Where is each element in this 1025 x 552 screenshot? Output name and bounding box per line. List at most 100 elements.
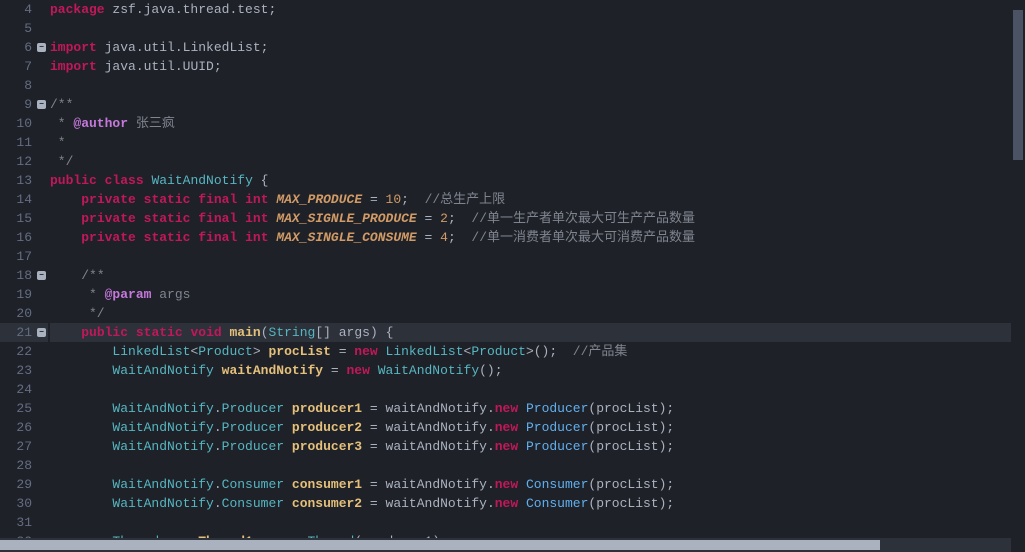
vertical-scroll-thumb[interactable] <box>1013 10 1023 160</box>
line-number[interactable]: 4 <box>0 0 36 19</box>
fold-toggle-icon[interactable]: − <box>37 271 46 280</box>
line-number[interactable]: 31 <box>0 513 36 532</box>
line-number[interactable]: 15 <box>0 209 36 228</box>
horizontal-scrollbar[interactable] <box>0 538 1011 552</box>
code-line[interactable]: WaitAndNotify.Consumer consumer2 = waitA… <box>50 494 1025 513</box>
line-number[interactable]: 26 <box>0 418 36 437</box>
line-number[interactable]: 12 <box>0 152 36 171</box>
code-line[interactable]: public class WaitAndNotify { <box>50 171 1025 190</box>
code-line[interactable] <box>50 247 1025 266</box>
code-line[interactable]: */ <box>50 152 1025 171</box>
token-ws <box>50 192 81 207</box>
vertical-scrollbar[interactable] <box>1011 0 1025 538</box>
line-number[interactable]: 21 <box>0 323 36 342</box>
code-line[interactable]: WaitAndNotify waitAndNotify = new WaitAn… <box>50 361 1025 380</box>
code-line[interactable] <box>50 19 1025 38</box>
token-type: WaitAndNotify <box>112 496 213 511</box>
line-number[interactable]: 11 <box>0 133 36 152</box>
line-number[interactable]: 10 <box>0 114 36 133</box>
line-number[interactable]: 28 <box>0 456 36 475</box>
code-line[interactable]: WaitAndNotify.Consumer consumer1 = waitA… <box>50 475 1025 494</box>
code-line[interactable]: LinkedList<Product> procList = new Linke… <box>50 342 1025 361</box>
code-line[interactable] <box>50 456 1025 475</box>
code-line[interactable]: public static void main(String[] args) { <box>50 323 1025 342</box>
token-ws <box>284 477 292 492</box>
token-punct: . <box>487 401 495 416</box>
code-line[interactable]: WaitAndNotify.Producer producer2 = waitA… <box>50 418 1025 437</box>
line-number[interactable]: 20 <box>0 304 36 323</box>
code-line[interactable]: */ <box>50 304 1025 323</box>
code-line[interactable]: /** <box>50 266 1025 285</box>
token-type: WaitAndNotify <box>112 439 213 454</box>
token-ws <box>50 363 112 378</box>
token-ws <box>97 173 105 188</box>
token-type: WaitAndNotify <box>112 477 213 492</box>
line-number[interactable]: 24 <box>0 380 36 399</box>
code-line[interactable]: * @param args <box>50 285 1025 304</box>
code-line[interactable]: WaitAndNotify.Producer producer1 = waitA… <box>50 399 1025 418</box>
fold-column[interactable]: − − − − <box>36 0 48 552</box>
token-ws <box>456 211 472 226</box>
token-var: producer3 <box>292 439 362 454</box>
code-line[interactable]: * <box>50 133 1025 152</box>
line-number[interactable]: 9 <box>0 95 36 114</box>
token-punct: ; <box>401 192 409 207</box>
line-number[interactable]: 17 <box>0 247 36 266</box>
code-line[interactable] <box>50 513 1025 532</box>
code-line[interactable]: private static final int MAX_PRODUCE = 1… <box>50 190 1025 209</box>
line-number[interactable]: 13 <box>0 171 36 190</box>
code-line[interactable]: import java.util.LinkedList; <box>50 38 1025 57</box>
line-number[interactable]: 6 <box>0 38 36 57</box>
code-line[interactable]: private static final int MAX_SINGLE_CONS… <box>50 228 1025 247</box>
line-number[interactable]: 14 <box>0 190 36 209</box>
fold-toggle-icon[interactable]: − <box>37 328 46 337</box>
token-ident: waitAndNotify <box>386 401 487 416</box>
token-ws <box>378 344 386 359</box>
line-number[interactable]: 23 <box>0 361 36 380</box>
token-var: producer1 <box>292 401 362 416</box>
token-kw: final <box>198 230 237 245</box>
token-type: LinkedList <box>112 344 190 359</box>
token-punct: { <box>253 173 269 188</box>
line-number[interactable]: 29 <box>0 475 36 494</box>
token-kw: new <box>495 420 518 435</box>
line-number[interactable]: 22 <box>0 342 36 361</box>
line-number[interactable]: 18 <box>0 266 36 285</box>
token-punct: ( <box>261 325 269 340</box>
line-number[interactable]: 8 <box>0 76 36 95</box>
token-var: waitAndNotify <box>222 363 323 378</box>
line-number[interactable]: 19 <box>0 285 36 304</box>
line-number[interactable]: 5 <box>0 19 36 38</box>
token-ident: waitAndNotify <box>386 439 487 454</box>
line-number[interactable]: 16 <box>0 228 36 247</box>
token-type: Producer <box>222 401 284 416</box>
code-line[interactable]: WaitAndNotify.Producer producer3 = waitA… <box>50 437 1025 456</box>
code-line[interactable] <box>50 380 1025 399</box>
code-editor[interactable]: 4567891011121314151617181920212223242526… <box>0 0 1025 552</box>
horizontal-scroll-thumb[interactable] <box>0 540 880 550</box>
token-doc: */ <box>50 306 105 321</box>
line-number[interactable]: 30 <box>0 494 36 513</box>
token-punct: ; <box>214 59 222 74</box>
code-line[interactable]: private static final int MAX_SIGNLE_PROD… <box>50 209 1025 228</box>
line-number[interactable]: 27 <box>0 437 36 456</box>
fold-toggle-icon[interactable]: − <box>37 100 46 109</box>
token-var: procList <box>268 344 330 359</box>
token-methodcall: Producer <box>526 420 588 435</box>
line-number[interactable]: 25 <box>0 399 36 418</box>
code-line[interactable]: /** <box>50 95 1025 114</box>
line-number-gutter[interactable]: 4567891011121314151617181920212223242526… <box>0 0 36 552</box>
line-number[interactable]: 7 <box>0 57 36 76</box>
token-kw: new <box>495 439 518 454</box>
token-punct: ; <box>448 211 456 226</box>
code-line[interactable] <box>50 76 1025 95</box>
token-kw: static <box>144 230 191 245</box>
code-line[interactable]: * @author 张三疯 <box>50 114 1025 133</box>
code-line[interactable]: package zsf.java.thread.test; <box>50 0 1025 19</box>
token-punct: . <box>487 477 495 492</box>
fold-toggle-icon[interactable]: − <box>37 43 46 52</box>
code-area[interactable]: package zsf.java.thread.test; import java… <box>48 0 1025 552</box>
token-punct: ; <box>268 2 276 17</box>
token-doc: 张三疯 <box>128 116 175 131</box>
code-line[interactable]: import java.util.UUID; <box>50 57 1025 76</box>
